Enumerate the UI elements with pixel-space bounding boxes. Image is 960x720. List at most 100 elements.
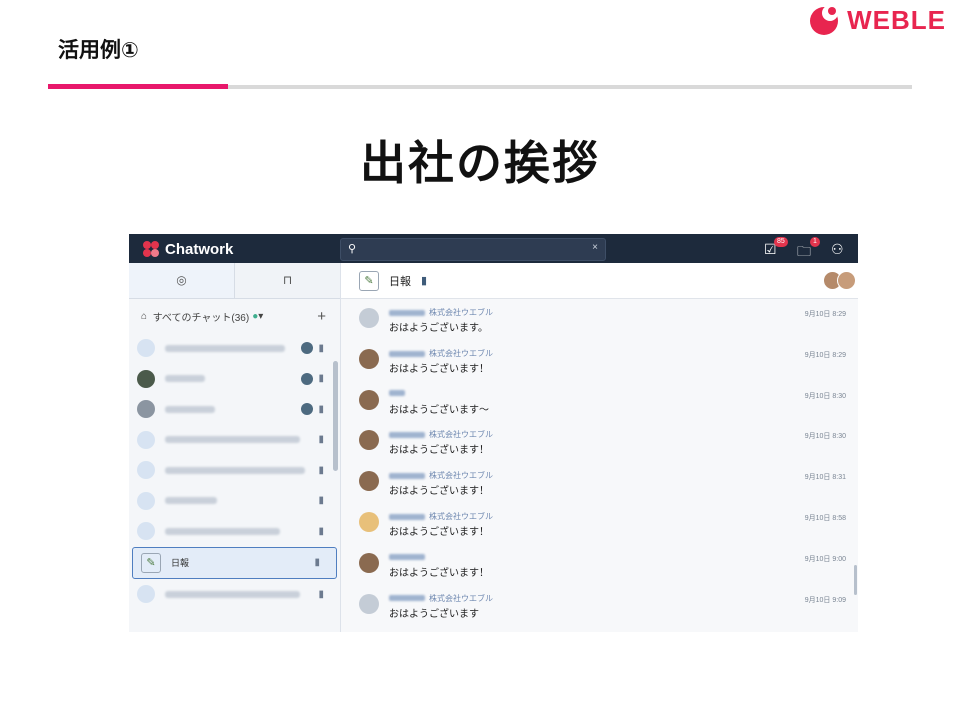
task-badge: 85 — [774, 237, 788, 247]
room-item[interactable]: ▮ — [129, 333, 340, 364]
sender: 株式会社ウエブル — [389, 593, 493, 604]
timestamp: 9月10日 8:31 — [804, 474, 846, 482]
room-item[interactable]: ▮ — [129, 455, 340, 486]
pin-icon[interactable]: ▮ — [318, 404, 324, 415]
message-list: 株式会社ウエブル おはようございます。 9月10日 8:29 株式会社ウエブル おはよ… — [341, 299, 858, 625]
room-item[interactable]: ▮ — [129, 579, 340, 610]
sender-company: 株式会社ウエブル — [429, 471, 493, 481]
avatar — [137, 585, 155, 604]
chevron-down-icon: ▾ — [258, 310, 264, 322]
pin-icon[interactable]: ▮ — [318, 373, 324, 384]
unread-badge — [301, 403, 313, 416]
room-list: ▮ ▮ ▮ ▮ ▮ ▮ ▮ ✎ 日報 ▮ ▮ — [129, 333, 340, 610]
weble-logo-icon — [810, 5, 839, 35]
sender-company: 株式会社ウエブル — [429, 308, 493, 317]
message: おはようございます！ 9月10日 9:00 — [341, 544, 858, 585]
sender-company: 株式会社ウエブル — [429, 348, 493, 358]
avatar — [137, 522, 155, 541]
pin-icon[interactable]: ▮ — [421, 274, 427, 287]
message: 株式会社ウエブル おはようございます！ 9月10日 8:29 — [341, 340, 858, 381]
room-item[interactable]: ▮ — [129, 364, 340, 395]
sender — [389, 552, 429, 561]
brand-name: WEBLE — [847, 4, 946, 35]
message: 株式会社ウエブル おはようございます！ 9月10日 8:31 — [341, 462, 858, 503]
pin-icon[interactable]: ▮ — [318, 589, 324, 600]
sidebar-tabs: ◎ ⊓ — [129, 263, 340, 299]
chatwork-window: Chatwork ⚲ × ☑ 85 🗀 1 ⚇ ◎ ⊓ ⌂ すべてのチャット(3… — [129, 234, 858, 632]
message: 株式会社ウエブル おはようございます。 9月10日 8:29 — [341, 299, 858, 340]
avatar — [137, 491, 155, 510]
add-chat-button[interactable]: + — [317, 308, 326, 325]
room-item[interactable]: ▮ — [129, 516, 340, 547]
chatwork-logo[interactable]: Chatwork — [141, 240, 233, 258]
avatar — [359, 348, 379, 369]
all-chats-label: すべてのチャット(36) — [152, 312, 250, 324]
sender: 株式会社ウエブル — [389, 348, 493, 359]
slide-title: 出社の挨拶 — [360, 136, 600, 190]
nippo-room-icon: ✎ — [141, 552, 161, 573]
room-name-blurred — [165, 590, 300, 598]
room-name-blurred — [165, 527, 280, 535]
weble-logo: WEBLE — [808, 3, 946, 37]
unread-badge — [301, 372, 313, 385]
folder-icon[interactable]: 🗀 — [797, 241, 811, 265]
message: 株式会社ウエブル おはようございます 9月10日 9:09 — [341, 585, 858, 626]
room-item[interactable]: ▮ — [129, 425, 340, 456]
avatar — [137, 369, 155, 388]
sender: 株式会社ウエブル — [389, 470, 493, 481]
all-chats-filter[interactable]: ⌂ すべてのチャット(36) ● ▾ + — [129, 299, 340, 333]
slide-heading: 活用例① — [58, 38, 139, 62]
timestamp: 9月10日 8:30 — [804, 433, 846, 441]
sender-name-blurred — [389, 309, 425, 316]
home-icon: ⌂ — [141, 310, 148, 322]
sender-company: 株式会社ウエブル — [429, 511, 493, 521]
chat-scrollbar[interactable] — [854, 565, 857, 595]
top-bar: Chatwork ⚲ × ☑ 85 🗀 1 ⚇ — [129, 234, 858, 263]
avatar — [359, 552, 379, 573]
chat-panel: ✎ 日報 ▮ 株式会社ウエブル おはようございます。 9月10日 8:29 株式会社… — [341, 263, 858, 632]
room-name-blurred — [165, 436, 300, 444]
pin-icon[interactable]: ▮ — [314, 557, 320, 568]
sender-company: 株式会社ウエブル — [429, 430, 493, 440]
sidebar-scrollbar[interactable] — [333, 361, 338, 471]
sender: 株式会社ウエブル — [389, 511, 493, 522]
pin-icon[interactable]: ▮ — [318, 343, 324, 354]
search-input[interactable]: ⚲ × — [340, 238, 606, 261]
tab-bookmarks[interactable]: ⊓ — [235, 263, 340, 298]
sender-name-blurred — [389, 595, 425, 602]
message-text: おはようございます！ — [389, 526, 489, 538]
add-contact-icon[interactable]: ⚇ — [831, 241, 844, 258]
sender — [389, 389, 409, 398]
room-name-blurred — [165, 375, 205, 383]
pin-icon[interactable]: ▮ — [318, 465, 324, 476]
avatar — [137, 461, 155, 480]
room-item-nippo[interactable]: ✎ 日報 ▮ — [132, 546, 337, 579]
message-text: おはようございます — [389, 608, 479, 620]
room-name: 日報 — [171, 558, 190, 569]
pin-icon[interactable]: ▮ — [318, 434, 324, 445]
timestamp: 9月10日 9:00 — [804, 555, 846, 563]
avatar — [359, 308, 379, 328]
avatar — [359, 511, 379, 532]
clear-search-button[interactable]: × — [592, 242, 598, 253]
sidebar: ◎ ⊓ ⌂ すべてのチャット(36) ● ▾ + ▮ ▮ ▮ ▮ ▮ ▮ ▮ ✎… — [129, 263, 341, 632]
pin-icon[interactable]: ▮ — [318, 495, 324, 506]
avatar — [359, 593, 379, 614]
search-icon: ⚲ — [348, 243, 357, 255]
chat-header: ✎ 日報 ▮ — [341, 263, 858, 299]
timestamp: 9月10日 8:58 — [804, 514, 846, 522]
sender: 株式会社ウエブル — [389, 429, 493, 440]
room-name-blurred — [165, 497, 217, 505]
avatar — [137, 339, 155, 358]
sender-name-blurred — [389, 513, 425, 520]
room-item[interactable]: ▮ — [129, 486, 340, 517]
member-avatars[interactable] — [823, 271, 856, 290]
bookmark-icon: ⊓ — [282, 273, 293, 287]
message-text: おはようございます。 — [389, 323, 488, 334]
room-name-blurred — [165, 466, 305, 474]
room-item[interactable]: ▮ — [129, 394, 340, 425]
tab-chats[interactable]: ◎ — [129, 263, 235, 298]
pin-icon[interactable]: ▮ — [318, 526, 324, 537]
folder-badge: 1 — [810, 237, 820, 247]
app-name: Chatwork — [165, 240, 234, 258]
